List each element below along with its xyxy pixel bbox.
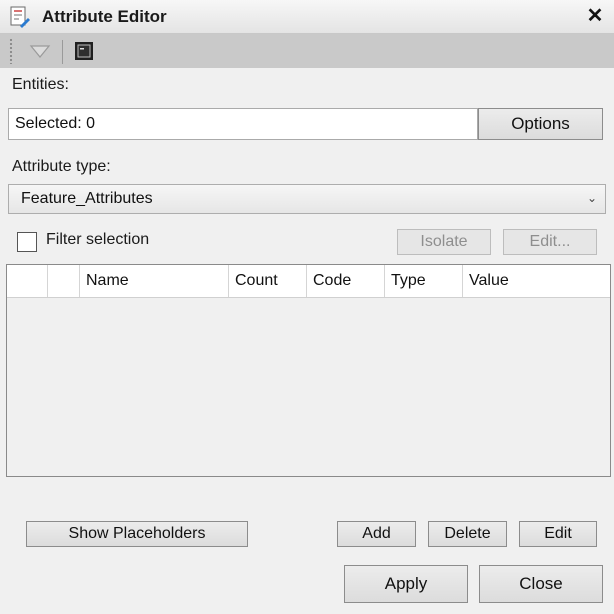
grid-column-header-name[interactable]: Name <box>80 265 229 297</box>
options-button[interactable]: Options <box>478 108 603 140</box>
attribute-type-value: Feature_Attributes <box>21 190 153 207</box>
close-button[interactable]: Close <box>479 565 603 603</box>
dropdown-triangle-icon[interactable] <box>28 42 52 60</box>
attribute-type-select[interactable]: Feature_Attributes ⌄ <box>8 184 606 214</box>
console-icon[interactable] <box>74 41 94 61</box>
title-bar: Attribute Editor ✕ <box>0 0 614 34</box>
grid-column-header-type[interactable]: Type <box>385 265 463 297</box>
edit-attributes-button[interactable]: Edit... <box>503 229 597 255</box>
attribute-editor-icon <box>10 6 30 28</box>
apply-button[interactable]: Apply <box>344 565 468 603</box>
window-title: Attribute Editor <box>42 7 167 26</box>
entities-selected-field[interactable]: Selected: 0 <box>8 108 478 140</box>
attribute-grid[interactable]: Name Count Code Type Value <box>6 264 611 477</box>
edit-button[interactable]: Edit <box>519 521 597 547</box>
toolbar <box>0 34 614 68</box>
attribute-type-label: Attribute type: <box>12 158 111 175</box>
toolbar-grip[interactable] <box>9 38 13 64</box>
show-placeholders-button[interactable]: Show Placeholders <box>26 521 248 547</box>
chevron-down-icon: ⌄ <box>587 191 598 205</box>
close-icon[interactable]: ✕ <box>584 5 606 27</box>
delete-button[interactable]: Delete <box>428 521 507 547</box>
toolbar-separator <box>62 40 63 64</box>
grid-column-header-value[interactable]: Value <box>463 265 610 297</box>
filter-selection-label[interactable]: Filter selection <box>46 231 149 249</box>
isolate-button[interactable]: Isolate <box>397 229 491 255</box>
filter-selection-checkbox[interactable] <box>17 232 37 252</box>
grid-column-header-count[interactable]: Count <box>229 265 307 297</box>
grid-column-header-code[interactable]: Code <box>307 265 385 297</box>
entities-label: Entities: <box>12 76 69 93</box>
grid-column-header-blank[interactable] <box>7 265 48 297</box>
add-button[interactable]: Add <box>337 521 416 547</box>
grid-column-header-blank[interactable] <box>48 265 80 297</box>
grid-header: Name Count Code Type Value <box>7 265 610 298</box>
